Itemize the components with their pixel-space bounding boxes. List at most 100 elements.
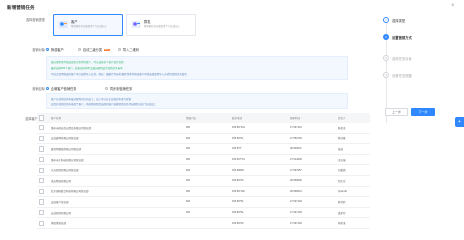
table-cell: 156.89*134 bbox=[230, 123, 288, 134]
column-header: 负责人 bbox=[336, 113, 370, 123]
table-cell: 28.549037 bbox=[288, 143, 336, 155]
row-checkbox[interactable] bbox=[37, 123, 49, 134]
info-box-target: 客户在营销任务中被分配到对应的员工，员工可以在企业微信中进行营销 如您在营销任务… bbox=[46, 93, 348, 109]
table-cell: 156.667*01 bbox=[230, 154, 288, 166]
row-checkbox[interactable] bbox=[37, 175, 49, 187]
info-line: 最多选择500个客户，超出部分将不会被分配到此次营销任务当中 bbox=[51, 67, 123, 70]
table-cell: 南方物流有限公司 bbox=[49, 175, 184, 187]
table-row[interactable]: 博达惠营业部 156.89*09 27.547106 郭美玉 bbox=[37, 217, 370, 229]
floating-plus-icon[interactable]: + bbox=[455, 117, 464, 127]
table-cell: 500 bbox=[184, 123, 230, 134]
broadcast-illustration-icon bbox=[131, 21, 141, 28]
type-card-broadcast[interactable]: 群发 将营销任务分配给多个门店或员工 bbox=[126, 14, 196, 36]
table-cell: 爱思特眼镜有限公司营业部 bbox=[49, 143, 184, 155]
radio-label: 自动二级分类 bbox=[82, 48, 103, 52]
table-cell: 156.89660 bbox=[230, 164, 288, 176]
radio-import[interactable]: 导入二维码 bbox=[118, 47, 139, 52]
radio-dot bbox=[78, 47, 82, 52]
row-checkbox[interactable] bbox=[37, 207, 49, 219]
table-cell: 27.547126 bbox=[288, 196, 336, 208]
type-card-customer[interactable]: 客户 将营销任务分配给多个门店或员工 bbox=[53, 14, 123, 36]
radio-label: 同步到营销任务 bbox=[109, 87, 133, 91]
new-badge: New bbox=[103, 48, 110, 51]
table-cell: 27.547957 bbox=[288, 164, 336, 176]
info-box-filter: 通过搜索条件筛选出符合条件的客户，可以选择多个客户进行营销 最多选择500个客户… bbox=[46, 56, 348, 80]
table-cell: 陈可欣 bbox=[336, 196, 370, 208]
table-cell: 王志强 bbox=[336, 154, 370, 166]
table-cell: 156.89*94 bbox=[230, 207, 288, 219]
column-header: 客户名称 bbox=[49, 113, 184, 123]
table-cell: 黄美玲 bbox=[336, 207, 370, 219]
row-checkbox[interactable] bbox=[37, 143, 49, 155]
row-checkbox[interactable] bbox=[37, 154, 49, 166]
radio-auto-classify[interactable]: 自动二级分类 New bbox=[78, 47, 110, 52]
table-cell: 27.550746 bbox=[288, 133, 336, 145]
table-row[interactable]: 惠州市商业办公用品有限公司营业部 500 156.89*134 27.547191 陈美… bbox=[37, 123, 370, 134]
step-2: 2 设置营销方式 bbox=[383, 34, 412, 40]
column-header: 联系电话 bbox=[230, 113, 288, 123]
table-cell: 500 bbox=[184, 175, 230, 187]
step-number: 3 bbox=[383, 55, 389, 61]
table-cell: 27.547106 bbox=[288, 217, 336, 229]
table-cell: 500 bbox=[184, 164, 230, 176]
row-checkbox[interactable] bbox=[37, 133, 49, 145]
table-cell: 500 bbox=[184, 133, 230, 145]
table-row[interactable]: 北京国际联合科技有限公司营业部 500 156.89*146 28.599631 Qwe… bbox=[37, 186, 370, 198]
table-cell: 156.89*00 bbox=[230, 175, 288, 187]
table-cell: 宏达商贸有限公司 bbox=[49, 207, 184, 219]
radio-dot bbox=[46, 47, 50, 52]
close-icon[interactable]: × bbox=[451, 3, 455, 9]
table-cell: 博达惠营业部 bbox=[49, 217, 184, 229]
table-cell: 惠州市商业办公用品有限公司营业部 bbox=[49, 123, 184, 134]
radio-label: 导入二维码 bbox=[122, 48, 139, 52]
column-header: 所属门店 bbox=[184, 113, 230, 123]
step-4: 4 设置任务提醒 bbox=[383, 72, 412, 78]
table-cell: 邓志军 bbox=[336, 175, 370, 187]
radio-sync-task[interactable]: 同步到营销任务 bbox=[105, 86, 132, 91]
row-checkbox[interactable] bbox=[37, 217, 49, 229]
table-cell: 156.89*146 bbox=[230, 186, 288, 198]
type-card-desc: 将营销任务分配给多个门店或员工 bbox=[144, 25, 180, 28]
table-cell: 28.599631 bbox=[288, 186, 336, 198]
table-cell: 156.8*0* bbox=[230, 143, 288, 155]
table-cell: 500 bbox=[184, 154, 230, 166]
table-row[interactable]: 惠州市大科技有限公司营业部 500 156.667*01 27.514609 王志强 bbox=[37, 154, 370, 166]
table-cell: 陈美金 bbox=[336, 123, 370, 134]
table-cell: 北京国际联合科技有限公司营业部 bbox=[49, 186, 184, 198]
table-cell: 宏达建材有限公司营业部 bbox=[49, 133, 184, 145]
step-3: 3 选择任务对象 bbox=[383, 55, 412, 61]
table-cell: 500 bbox=[184, 143, 230, 155]
row-checkbox[interactable] bbox=[37, 196, 49, 208]
step-label: 设置营销方式 bbox=[392, 35, 412, 40]
step-done-icon: ✓ bbox=[383, 17, 389, 23]
table-cell: 27.547191 bbox=[288, 123, 336, 134]
table-cell: 27.514609 bbox=[288, 154, 336, 166]
label-goal: 营销目标 bbox=[32, 87, 45, 91]
next-button[interactable]: 下一步 bbox=[411, 108, 435, 116]
prev-button[interactable]: 上一步 bbox=[385, 108, 408, 116]
row-checkbox[interactable] bbox=[37, 186, 49, 198]
table-cell: 东方商贸有限公司营业部 bbox=[49, 164, 184, 176]
radio-filter-customer[interactable]: 筛选客户 bbox=[46, 47, 64, 52]
select-all-checkbox[interactable] bbox=[37, 113, 49, 123]
table-row[interactable]: 爱思特眼镜有限公司营业部 500 156.8*0* 28.549037 张良 bbox=[37, 143, 370, 155]
label-target: 营销对象 bbox=[32, 48, 45, 52]
step-number: 2 bbox=[383, 34, 389, 40]
table-row[interactable]: 宏达建材有限公司营业部 500 156.89*01 27.550746 林诗意 bbox=[37, 133, 370, 145]
table-row[interactable]: 迈达客户营业部 500 156.89*94 27.547126 陈可欣 bbox=[37, 196, 370, 208]
step-label: 选择任务对象 bbox=[392, 56, 412, 61]
row-checkbox[interactable] bbox=[37, 164, 49, 176]
table-cell: 28.569946 bbox=[288, 175, 336, 187]
table-cell: 27.547106 bbox=[288, 207, 336, 219]
dialog-title: 新增营销任务 bbox=[7, 5, 35, 10]
table-row[interactable]: 东方商贸有限公司营业部 500 156.89660 27.547957 刘俊德 bbox=[37, 164, 370, 176]
label-list: 选择客户 bbox=[25, 117, 38, 121]
type-card-desc: 将营销任务分配给多个门店或员工 bbox=[71, 25, 107, 28]
table-cell: 惠州市大科技有限公司营业部 bbox=[49, 154, 184, 166]
table-row[interactable]: 南方物流有限公司 500 156.89*00 28.569946 邓志军 bbox=[37, 175, 370, 187]
table-cell: 156.89*94 bbox=[230, 196, 288, 208]
radio-dot bbox=[118, 47, 122, 52]
step-label: 设置任务提醒 bbox=[392, 73, 412, 78]
table-row[interactable]: 宏达商贸有限公司 500 156.89*94 27.547106 黄美玲 bbox=[37, 207, 370, 219]
radio-wecom-task[interactable]: 企微客户营销任务 bbox=[46, 86, 76, 91]
